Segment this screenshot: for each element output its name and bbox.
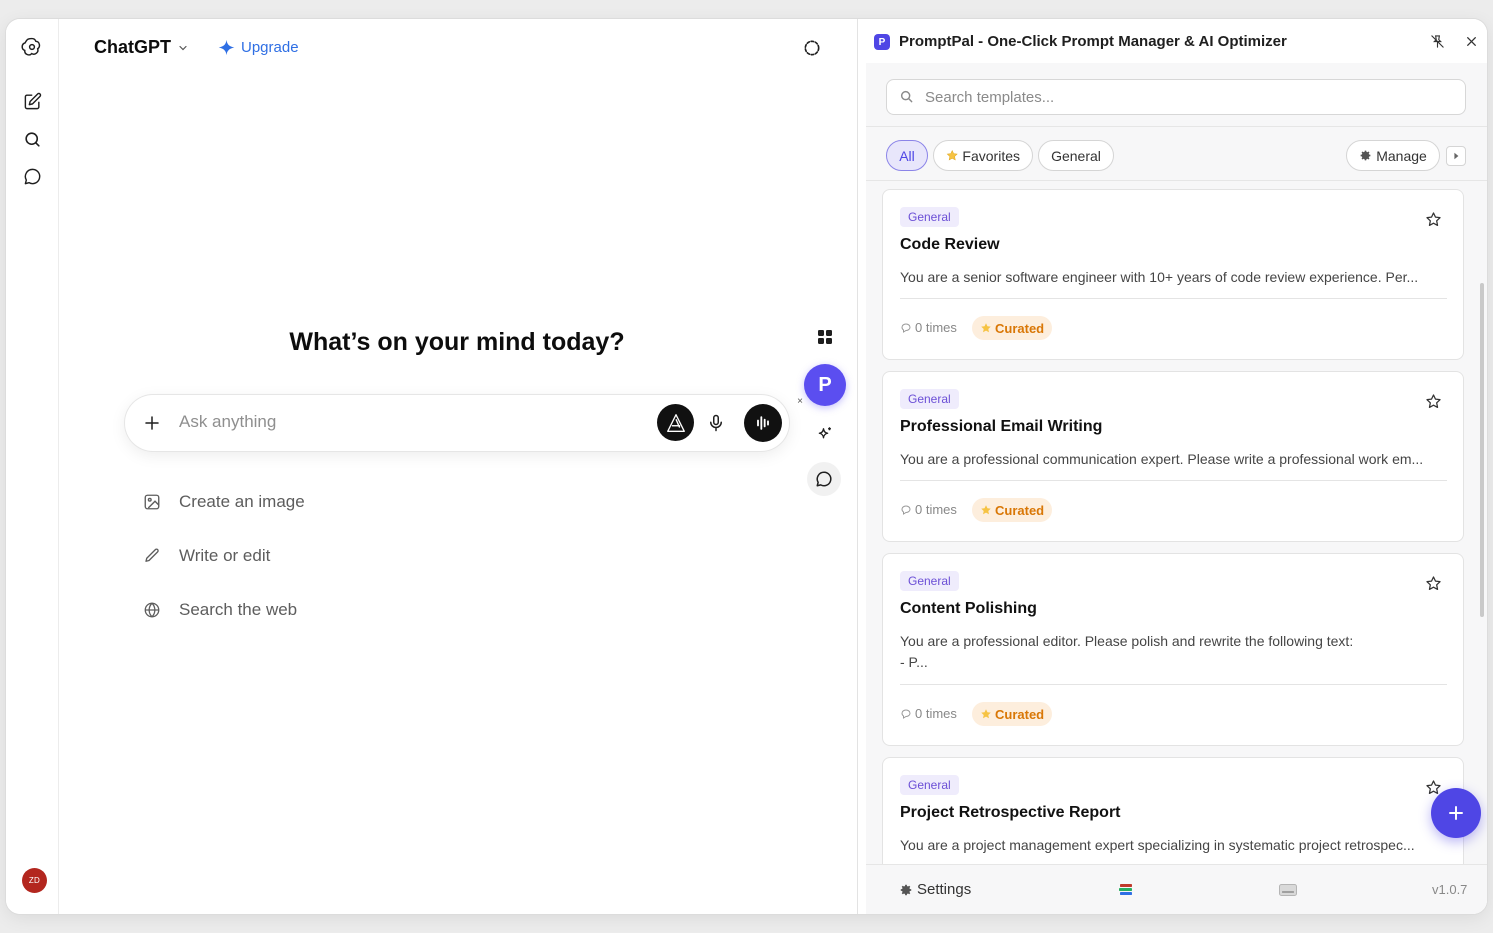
- version-label: v1.0.7: [1432, 882, 1468, 897]
- star-icon: [946, 149, 958, 161]
- launcher-dismiss-icon[interactable]: ×: [795, 396, 805, 407]
- template-description: You are a professional communication exp…: [900, 451, 1424, 467]
- curated-badge: Curated: [972, 498, 1053, 522]
- usage-count: 0 times: [900, 706, 957, 721]
- promptpal-logo: P: [874, 34, 890, 50]
- template-title: Code Review: [900, 236, 1000, 253]
- search-icon: [900, 90, 913, 103]
- upgrade-label: Upgrade: [241, 39, 299, 56]
- divider: [900, 684, 1447, 685]
- divider: [900, 480, 1447, 481]
- favorite-star-icon[interactable]: [1423, 391, 1443, 411]
- page-title: What’s on your mind today?: [289, 328, 625, 356]
- image-icon: [143, 493, 161, 511]
- upgrade-button[interactable]: Upgrade: [218, 39, 299, 56]
- template-title: Project Retrospective Report: [900, 804, 1121, 821]
- search-input[interactable]: [925, 80, 1455, 114]
- panel-title: PromptPal - One-Click Prompt Manager & A…: [899, 33, 1287, 50]
- keyboard-icon[interactable]: [1279, 884, 1297, 896]
- gear-icon: [1360, 150, 1371, 161]
- chevron-right-icon[interactable]: [1446, 146, 1466, 166]
- template-description: You are a senior software engineer with …: [900, 269, 1419, 285]
- template-description: You are a project management expert spec…: [900, 837, 1415, 853]
- filter-favorites[interactable]: Favorites: [933, 140, 1033, 171]
- filter-all[interactable]: All: [886, 140, 928, 171]
- openai-logo-icon[interactable]: [21, 36, 43, 58]
- floating-toolbar: P ×: [797, 19, 851, 914]
- template-card-code-review[interactable]: General Code Review You are a senior sof…: [882, 189, 1464, 360]
- panel-header: P PromptPal - One-Click Prompt Manager &…: [858, 19, 1487, 63]
- suggestion-create-image[interactable]: Create an image: [143, 492, 305, 512]
- template-list: General Code Review You are a senior sof…: [866, 181, 1487, 864]
- search-icon[interactable]: [21, 128, 43, 150]
- microphone-icon[interactable]: [704, 411, 728, 435]
- divider: [900, 298, 1447, 299]
- settings-button[interactable]: Settings: [899, 881, 971, 898]
- extension-a-button[interactable]: [657, 404, 694, 441]
- search-section: [866, 63, 1487, 127]
- template-title: Professional Email Writing: [900, 418, 1103, 435]
- chat-bubble-icon[interactable]: [807, 462, 841, 496]
- curated-badge: Curated: [972, 316, 1053, 340]
- unpin-icon[interactable]: [1428, 32, 1446, 50]
- template-search[interactable]: [886, 79, 1466, 115]
- promptpal-panel: P PromptPal - One-Click Prompt Manager &…: [857, 19, 1487, 914]
- attach-plus-icon[interactable]: [141, 412, 163, 434]
- star-icon: [981, 323, 991, 333]
- chat-bubble-icon[interactable]: [21, 165, 43, 187]
- magic-sparkle-icon[interactable]: [813, 422, 837, 446]
- books-icon[interactable]: [1117, 881, 1135, 899]
- sparkle-icon: [218, 39, 235, 56]
- new-chat-icon[interactable]: [21, 90, 43, 112]
- filter-general[interactable]: General: [1038, 140, 1114, 171]
- suggestion-search-web[interactable]: Search the web: [143, 600, 297, 620]
- curated-badge: Curated: [972, 702, 1053, 726]
- category-tag: General: [900, 207, 959, 227]
- waveform-icon: [757, 416, 769, 430]
- left-rail: ZD: [6, 19, 59, 914]
- comment-icon: [901, 322, 911, 333]
- pencil-icon: [143, 547, 161, 565]
- globe-icon: [143, 601, 161, 619]
- a-logo-icon: [666, 413, 685, 432]
- star-icon: [981, 709, 991, 719]
- app-window: ZD ChatGPT Upgrade What’s on your mind t…: [6, 19, 1487, 914]
- grid-icon[interactable]: [813, 325, 837, 349]
- voice-mode-button[interactable]: [744, 404, 782, 442]
- panel-footer: Settings v1.0.7: [866, 864, 1487, 914]
- usage-count: 0 times: [900, 502, 957, 517]
- suggestion-write-edit[interactable]: Write or edit: [143, 546, 270, 566]
- template-card-professional-email[interactable]: General Professional Email Writing You a…: [882, 371, 1464, 542]
- promptpal-launcher-button[interactable]: P: [804, 364, 846, 406]
- add-template-button[interactable]: [1431, 788, 1481, 838]
- close-icon[interactable]: [1462, 32, 1480, 50]
- category-tag: General: [900, 389, 959, 409]
- filter-bar: All Favorites General Manage: [866, 127, 1487, 181]
- avatar[interactable]: ZD: [22, 868, 47, 893]
- category-tag: General: [900, 571, 959, 591]
- chevron-down-icon: [179, 45, 187, 50]
- message-input[interactable]: Ask anything: [179, 412, 276, 432]
- template-description: You are a professional editor. Please po…: [900, 633, 1354, 670]
- plus-icon: [1449, 806, 1463, 820]
- favorite-star-icon[interactable]: [1423, 209, 1443, 229]
- star-icon: [981, 505, 991, 515]
- panel-body: All Favorites General Manage General: [866, 63, 1487, 864]
- chat-main: ChatGPT Upgrade What’s on your mind toda…: [59, 19, 855, 914]
- model-name: ChatGPT: [94, 37, 172, 57]
- usage-count: 0 times: [900, 320, 957, 335]
- manage-button[interactable]: Manage: [1346, 140, 1440, 171]
- comment-icon: [901, 504, 911, 515]
- favorite-star-icon[interactable]: [1423, 573, 1443, 593]
- comment-icon: [901, 708, 911, 719]
- gear-icon: [900, 884, 912, 895]
- template-card-content-polishing[interactable]: General Content Polishing You are a prof…: [882, 553, 1464, 746]
- template-title: Content Polishing: [900, 600, 1037, 617]
- category-tag: General: [900, 775, 959, 795]
- scrollbar[interactable]: [1480, 283, 1484, 617]
- template-card-project-retrospective[interactable]: General Project Retrospective Report You…: [882, 757, 1464, 864]
- composer[interactable]: Ask anything: [125, 395, 789, 451]
- model-switcher[interactable]: ChatGPT: [94, 37, 189, 58]
